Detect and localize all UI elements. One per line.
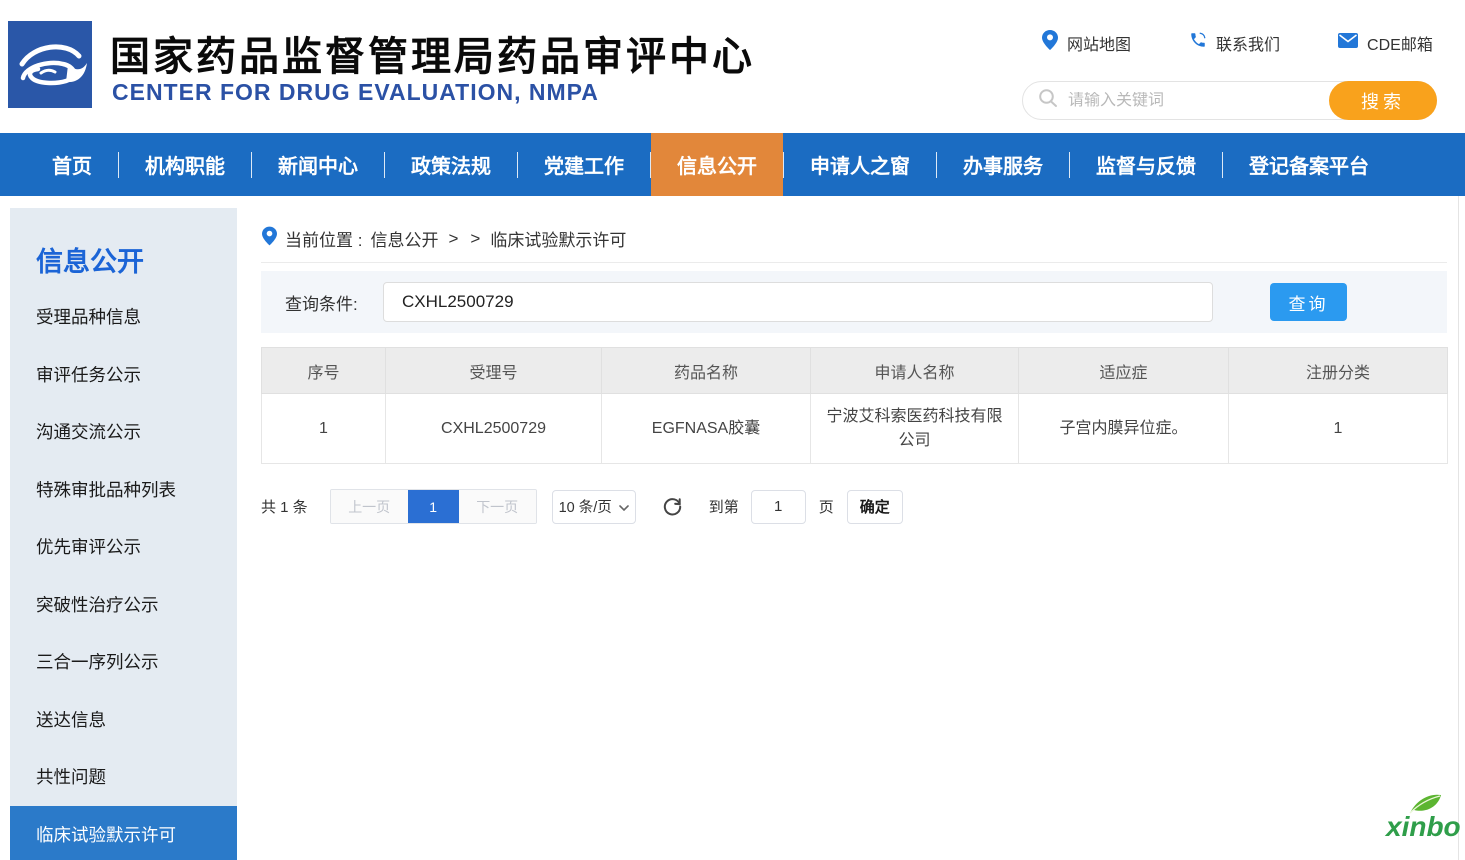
breadcrumb-current: 临床试验默示许可: [490, 226, 626, 251]
cell-acceptance-no: CXHL2500729: [386, 394, 602, 464]
table-header-acceptance-no: 受理号: [386, 348, 602, 394]
chevron-down-icon: [619, 499, 629, 515]
sidebar-item-delivery-info[interactable]: 送达信息: [10, 691, 237, 749]
location-pin-icon: [1042, 30, 1058, 55]
page-size-value: 10 条/页: [559, 496, 612, 517]
sidebar-item-priority-review[interactable]: 优先审评公示: [10, 518, 237, 576]
nav-item-applicant-window[interactable]: 申请人之窗: [784, 133, 936, 196]
site-subtitle: CENTER FOR DRUG EVALUATION, NMPA: [112, 79, 599, 106]
refresh-icon[interactable]: [661, 495, 684, 518]
top-links: 网站地图 联系我们 CDE邮箱: [1042, 30, 1433, 55]
page-size-select[interactable]: 10 条/页: [552, 490, 636, 524]
cde-mail-label: CDE邮箱: [1367, 31, 1433, 55]
breadcrumb: 当前位置 : 信息公开 > > 临床试验默示许可: [262, 226, 626, 251]
page-number-active[interactable]: 1: [408, 490, 459, 523]
cde-logo: [8, 21, 92, 108]
table-header-row: 序号 受理号 药品名称 申请人名称 适应症 注册分类: [262, 348, 1448, 394]
site-title: 国家药品监督管理局药品审评中心: [110, 24, 755, 82]
breadcrumb-section[interactable]: 信息公开: [370, 226, 438, 251]
breadcrumb-divider: [261, 262, 1447, 263]
next-page-button[interactable]: 下一页: [459, 490, 536, 523]
table-header-applicant: 申请人名称: [811, 348, 1019, 394]
sidebar-item-communication[interactable]: 沟通交流公示: [10, 403, 237, 461]
page-unit-label: 页: [819, 496, 834, 517]
nav-item-registration-platform[interactable]: 登记备案平台: [1223, 133, 1395, 196]
search-bar: 搜索: [1022, 81, 1437, 120]
sidebar-item-accepted-product-info[interactable]: 受理品种信息: [10, 288, 237, 346]
results-table: 序号 受理号 药品名称 申请人名称 适应症 注册分类 1 CXHL2500729…: [261, 347, 1448, 464]
query-button[interactable]: 查询: [1270, 283, 1347, 321]
table-header-drug-name: 药品名称: [602, 348, 811, 394]
table-header-index: 序号: [262, 348, 386, 394]
nav-item-home[interactable]: 首页: [26, 133, 118, 196]
search-button[interactable]: 搜索: [1329, 81, 1437, 120]
main-nav: 首页 机构职能 新闻中心 政策法规 党建工作 信息公开 申请人之窗 办事服务 监…: [0, 133, 1465, 196]
nav-item-policies[interactable]: 政策法规: [385, 133, 517, 196]
table-header-registration-class: 注册分类: [1229, 348, 1448, 394]
cell-indication: 子宫内膜异位症。: [1019, 394, 1229, 464]
content-right-border: [1458, 196, 1459, 860]
breadcrumb-separator: >: [470, 229, 480, 249]
header: 国家药品监督管理局药品审评中心 CENTER FOR DRUG EVALUATI…: [0, 0, 1465, 133]
goto-page-label: 到第: [709, 496, 739, 517]
sidebar-item-review-task[interactable]: 审评任务公示: [10, 346, 237, 404]
contact-link[interactable]: 联系我们: [1189, 31, 1280, 55]
table-row: 1 CXHL2500729 EGFNASA胶囊 宁波艾科索医药科技有限公司 子宫…: [262, 394, 1448, 464]
sidebar-item-breakthrough-therapy[interactable]: 突破性治疗公示: [10, 576, 237, 634]
query-label: 查询条件:: [285, 271, 358, 333]
nav-item-supervision-feedback[interactable]: 监督与反馈: [1070, 133, 1222, 196]
sitemap-label: 网站地图: [1067, 31, 1131, 55]
sidebar: 信息公开 受理品种信息 审评任务公示 沟通交流公示 特殊审批品种列表 优先审评公…: [10, 208, 237, 860]
sidebar-item-special-approval-list[interactable]: 特殊审批品种列表: [10, 461, 237, 519]
goto-page-input[interactable]: [751, 490, 806, 524]
confirm-button[interactable]: 确定: [847, 490, 903, 524]
page: 国家药品监督管理局药品审评中心 CENTER FOR DRUG EVALUATI…: [0, 0, 1465, 860]
breadcrumb-prefix: 当前位置 :: [285, 226, 362, 251]
pagination-total: 共 1 条: [261, 496, 308, 517]
sitemap-link[interactable]: 网站地图: [1042, 30, 1131, 55]
pagination: 共 1 条 上一页 1 下一页 10 条/页 到第 页 确定: [261, 489, 903, 524]
nav-item-news[interactable]: 新闻中心: [252, 133, 384, 196]
envelope-icon: [1338, 33, 1358, 53]
xinbo-logo: xinbo: [1386, 797, 1465, 852]
xinbo-wordmark: xinbo: [1386, 811, 1461, 843]
contact-label: 联系我们: [1216, 31, 1280, 55]
sidebar-title: 信息公开: [10, 208, 237, 288]
cell-drug-name: EGFNASA胶囊: [602, 394, 811, 464]
search-icon: [1038, 88, 1058, 113]
query-panel: 查询条件: 查询: [261, 271, 1447, 333]
cell-registration-class: 1: [1229, 394, 1448, 464]
cde-mail-link[interactable]: CDE邮箱: [1338, 31, 1433, 55]
breadcrumb-pin-icon: [262, 226, 277, 251]
breadcrumb-separator: >: [448, 229, 458, 249]
query-input[interactable]: [383, 282, 1213, 322]
nav-item-services[interactable]: 办事服务: [937, 133, 1069, 196]
prev-page-button[interactable]: 上一页: [331, 490, 408, 523]
sidebar-item-three-in-one[interactable]: 三合一序列公示: [10, 633, 237, 691]
phone-icon: [1189, 31, 1207, 54]
cell-applicant: 宁波艾科索医药科技有限公司: [811, 394, 1019, 464]
nav-item-party-building[interactable]: 党建工作: [518, 133, 650, 196]
sidebar-item-clinical-trial-implied-license[interactable]: 临床试验默示许可: [10, 806, 237, 860]
cell-index: 1: [262, 394, 386, 464]
nav-item-info-disclosure[interactable]: 信息公开: [651, 133, 783, 196]
table-header-indication: 适应症: [1019, 348, 1229, 394]
nav-item-functions[interactable]: 机构职能: [119, 133, 251, 196]
sidebar-item-common-issues[interactable]: 共性问题: [10, 748, 237, 806]
pagination-group: 上一页 1 下一页: [330, 489, 537, 524]
